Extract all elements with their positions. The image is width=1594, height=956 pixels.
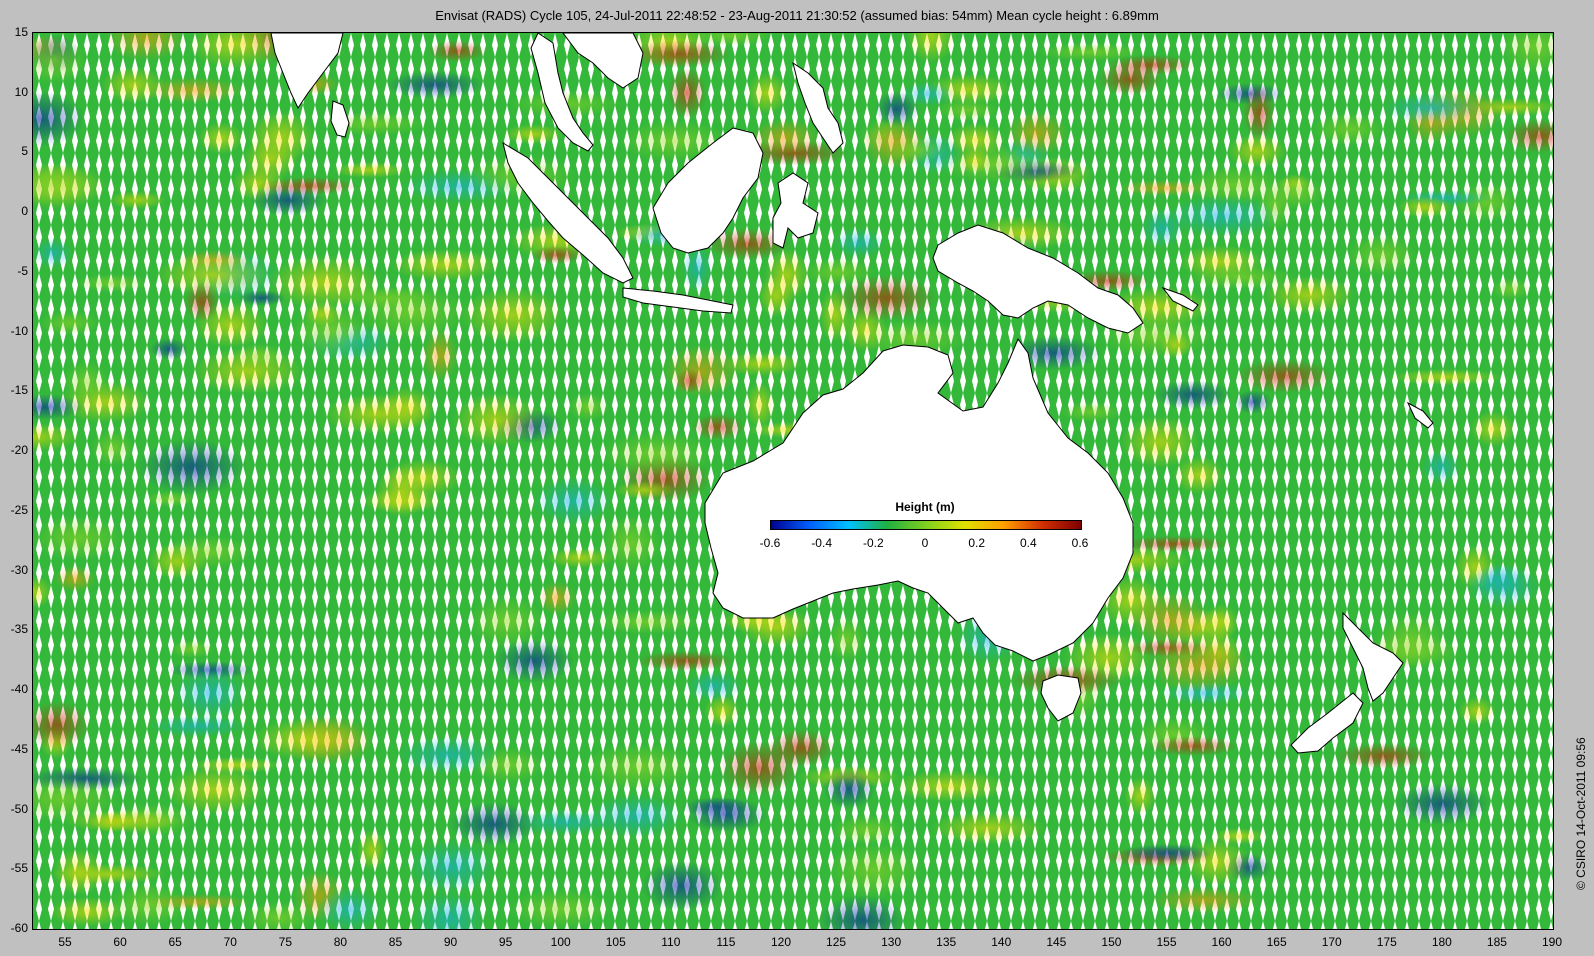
lat-tick-label: -10: [10, 323, 28, 338]
lon-tick-label: 180: [1431, 935, 1452, 949]
lon-tick-label: 150: [1101, 935, 1122, 949]
lon-tick-label: 125: [826, 935, 847, 949]
lat-tick-label: -15: [10, 383, 28, 398]
lon-tick-label: 135: [936, 935, 957, 949]
colorbar-tick-label: -0.2: [862, 536, 884, 550]
lat-tick-label: -50: [10, 801, 28, 816]
lon-tick-label: 170: [1321, 935, 1342, 949]
colorbar-gradient: [770, 520, 1082, 530]
lon-tick-label: 140: [991, 935, 1012, 949]
credit-label: © CSIRO 14-Oct-2011 09:56: [1574, 737, 1588, 890]
colorbar-tick-label: 0: [921, 536, 929, 550]
colorbar-tick-label: 0.4: [1019, 536, 1037, 550]
lat-tick-label: -20: [10, 443, 28, 458]
lon-tick-label: 190: [1541, 935, 1563, 949]
lon-tick-label: 85: [388, 935, 403, 949]
lon-tick-label: 55: [58, 935, 72, 949]
lat-tick-label: 5: [21, 144, 28, 159]
lon-tick-label: 80: [333, 935, 348, 949]
lat-tick-label: 0: [21, 204, 28, 219]
lon-tick-label: 90: [443, 935, 458, 949]
lon-tick-label: 60: [113, 935, 127, 949]
lat-tick-label: -60: [10, 921, 28, 935]
altimetry-map: [32, 32, 1554, 930]
lat-tick-label: -35: [10, 622, 28, 637]
lon-tick-label: 160: [1211, 935, 1232, 949]
lat-tick-label: 10: [14, 84, 28, 99]
lon-tick-label: 70: [223, 935, 237, 949]
colorbar-tick-label: 0.2: [968, 536, 985, 550]
chart-title: Envisat (RADS) Cycle 105, 24-Jul-2011 22…: [435, 8, 1159, 23]
lon-tick-label: 120: [770, 935, 791, 949]
lon-tick-label: 175: [1376, 935, 1397, 949]
colorbar-legend: Height (m) -0.6 -0.4 -0.2 0 0.2 0.4 0.6: [760, 500, 1089, 550]
lon-tick-label: 110: [661, 935, 681, 949]
lat-tick-label: 15: [14, 25, 28, 39]
lon-tick-label: 145: [1046, 935, 1067, 949]
colorbar-tick-label: -0.4: [811, 536, 832, 550]
lat-tick-label: -25: [10, 502, 28, 517]
colorbar-tick-label: -0.6: [759, 536, 781, 550]
lat-tick-label: -30: [10, 562, 28, 577]
lat-tick-label: -40: [10, 682, 28, 697]
map-canvas: [33, 33, 1553, 929]
lon-tick-label: 100: [550, 935, 571, 949]
lat-tick-label: -45: [10, 741, 28, 756]
lat-tick-label: -5: [17, 263, 28, 278]
lon-tick-label: 165: [1266, 935, 1287, 949]
lon-tick-label: 65: [168, 935, 182, 949]
lon-tick-label: 130: [881, 935, 902, 949]
colorbar-tick-label: 0.6: [1071, 536, 1089, 550]
colorbar-title: Height (m): [895, 500, 955, 514]
lon-tick-label: 105: [605, 935, 626, 949]
lon-tick-label: 95: [498, 935, 513, 949]
lon-tick-label: 155: [1156, 935, 1177, 949]
lat-tick-label: -55: [10, 861, 28, 876]
lon-tick-label: 115: [716, 935, 736, 949]
lon-tick-label: 75: [278, 935, 292, 949]
lon-tick-label: 185: [1486, 935, 1507, 949]
